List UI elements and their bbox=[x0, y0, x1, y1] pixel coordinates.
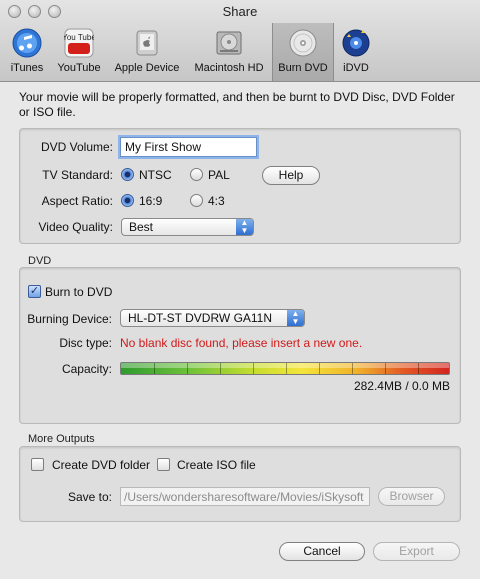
intro-text: Your movie will be properly formatted, a… bbox=[19, 90, 455, 119]
create-dvd-folder-checkbox[interactable] bbox=[31, 458, 44, 471]
create-iso-file-label: Create ISO file bbox=[177, 458, 256, 472]
burning-device-popup[interactable]: HL-DT-ST DVDRW GA11N ▲ ▼ bbox=[120, 309, 305, 327]
dvd-volume-input[interactable]: My First Show bbox=[120, 137, 257, 157]
aspect-4-3-label: 4:3 bbox=[208, 194, 225, 208]
toolbar-item-youtube[interactable]: You Tube YouTube bbox=[53, 23, 105, 81]
capacity-tick bbox=[154, 363, 155, 374]
more-outputs-section-title: More Outputs bbox=[28, 433, 95, 445]
pal-radio[interactable] bbox=[190, 168, 203, 181]
popup-arrows-icon: ▲ ▼ bbox=[236, 219, 253, 235]
browse-button[interactable]: Browser bbox=[378, 487, 445, 506]
popup-arrows-icon: ▲ ▼ bbox=[287, 310, 304, 326]
ntsc-radio[interactable] bbox=[121, 168, 134, 181]
create-dvd-folder-label: Create DVD folder bbox=[52, 458, 151, 472]
pal-radio-label: PAL bbox=[208, 168, 230, 182]
capacity-label: Capacity: bbox=[61, 362, 112, 376]
toolbar-item-itunes[interactable]: iTunes bbox=[2, 23, 52, 81]
help-button[interactable]: Help bbox=[262, 166, 320, 185]
youtube-icon-text-you: You Tube bbox=[64, 33, 94, 42]
aspect-ratio-label: Aspect Ratio: bbox=[41, 194, 113, 208]
idvd-icon bbox=[342, 29, 370, 57]
dvd-section-title: DVD bbox=[28, 255, 52, 267]
burn-to-dvd-checkbox[interactable]: ✓ bbox=[28, 285, 41, 298]
export-button[interactable]: Export bbox=[373, 542, 460, 561]
capacity-tick bbox=[319, 363, 320, 374]
save-to-label: Save to: bbox=[67, 490, 112, 504]
video-quality-popup[interactable]: Best ▲ ▼ bbox=[121, 218, 254, 236]
youtube-icon: You Tube bbox=[64, 28, 94, 58]
disc-type-label: Disc type: bbox=[59, 336, 112, 350]
toolbar-item-idvd[interactable]: iDVD bbox=[336, 23, 376, 81]
toolbar-item-macintosh-hd[interactable]: Macintosh HD bbox=[188, 23, 270, 81]
save-to-path-field[interactable]: /Users/wondersharesoftware/Movies/iSkyso… bbox=[120, 487, 370, 506]
capacity-tick bbox=[253, 363, 254, 374]
toolbar-item-burn-dvd[interactable]: Burn DVD bbox=[272, 23, 334, 81]
apple-device-icon bbox=[136, 30, 158, 56]
create-iso-file-checkbox[interactable] bbox=[157, 458, 170, 471]
aspect-16-9-radio[interactable] bbox=[121, 194, 134, 207]
capacity-tick bbox=[352, 363, 353, 374]
ntsc-radio-label: NTSC bbox=[139, 168, 172, 182]
video-quality-value: Best bbox=[129, 220, 154, 234]
capacity-tick bbox=[220, 363, 221, 374]
itunes-icon bbox=[12, 28, 42, 58]
capacity-tick bbox=[418, 363, 419, 374]
title-toolbar: Share iTunes You Tube YouTube Apple Devi… bbox=[0, 0, 480, 82]
aspect-4-3-radio[interactable] bbox=[190, 194, 203, 207]
capacity-readout: 282.4MB / 0.0 MB bbox=[353, 379, 450, 393]
toolbar-item-label: Macintosh HD bbox=[194, 62, 264, 74]
toolbar-item-apple-device[interactable]: Apple Device bbox=[108, 23, 186, 81]
burning-device-label: Burning Device: bbox=[27, 312, 112, 326]
burn-to-dvd-label: Burn to DVD bbox=[45, 285, 113, 299]
burning-device-value: HL-DT-ST DVDRW GA11N bbox=[128, 311, 273, 325]
toolbar-item-label: Burn DVD bbox=[278, 62, 328, 74]
capacity-gloss bbox=[121, 363, 449, 368]
share-window: Share iTunes You Tube YouTube Apple Devi… bbox=[0, 0, 480, 579]
toolbar-item-label: Apple Device bbox=[114, 62, 180, 74]
dvd-disc-icon bbox=[289, 29, 317, 57]
cancel-button[interactable]: Cancel bbox=[279, 542, 365, 561]
tv-standard-label: TV Standard: bbox=[42, 168, 113, 182]
dvd-volume-label: DVD Volume: bbox=[40, 140, 113, 154]
capacity-tick bbox=[187, 363, 188, 374]
toolbar-item-label: iDVD bbox=[343, 62, 369, 74]
video-quality-label: Video Quality: bbox=[38, 220, 114, 234]
toolbar-item-label: YouTube bbox=[57, 62, 101, 74]
capacity-tick bbox=[286, 363, 287, 374]
window-title: Share bbox=[222, 4, 258, 19]
aspect-16-9-label: 16:9 bbox=[139, 194, 163, 208]
toolbar-item-label: iTunes bbox=[10, 62, 44, 74]
hard-drive-icon bbox=[216, 31, 242, 55]
capacity-meter bbox=[120, 362, 450, 375]
disc-type-error: No blank disc found, please insert a new… bbox=[120, 336, 363, 350]
capacity-tick bbox=[385, 363, 386, 374]
